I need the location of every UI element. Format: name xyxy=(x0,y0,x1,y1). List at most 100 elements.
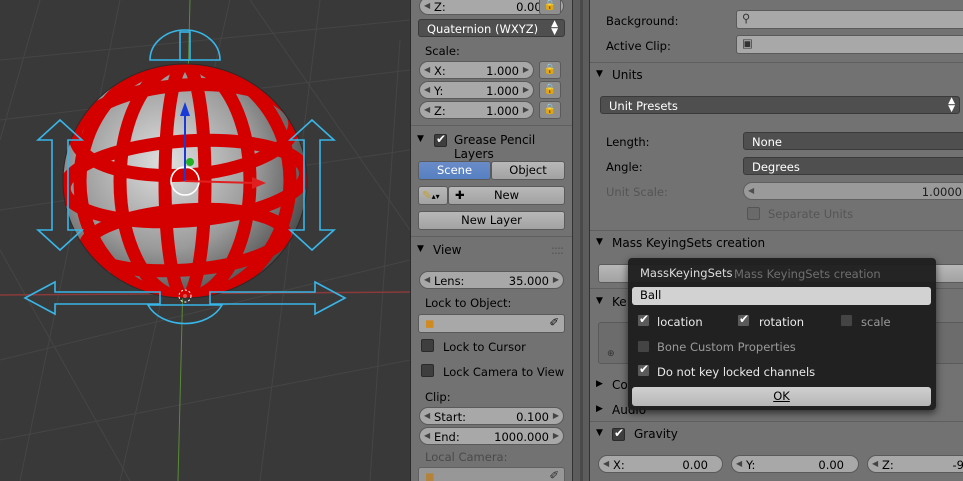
field-key: Y: xyxy=(434,84,444,98)
local-camera-field[interactable]: ◼ ✐ xyxy=(418,467,565,481)
divider xyxy=(411,125,573,126)
clip-start-field[interactable]: ◀ Start: 0.100 ▶ xyxy=(419,407,564,425)
field-value: 1.000 xyxy=(486,84,519,98)
location-label: location xyxy=(657,315,703,329)
popup-title: MassKeyingSets xyxy=(640,266,733,280)
panel-title: Ke xyxy=(612,295,627,309)
lock-icon[interactable]: 🔒 xyxy=(539,61,561,79)
collapse-triangle-icon: ▼ xyxy=(596,69,603,79)
rotation-checkbox[interactable] xyxy=(737,312,750,327)
do-not-key-locked-label: Do not key locked channels xyxy=(657,365,816,379)
scale-label: scale xyxy=(861,315,891,329)
viewport-scene[interactable] xyxy=(0,0,410,481)
lock-object-field[interactable]: ◼ ✐ xyxy=(418,314,565,333)
active-clip-label: Active Clip: xyxy=(606,39,671,53)
divider xyxy=(590,62,963,63)
grease-pencil-checkbox[interactable] xyxy=(434,132,447,147)
field-value: 1000.000 xyxy=(494,430,549,444)
local-camera-label: Local Camera: xyxy=(425,450,508,464)
dropdown-label: Quaternion (WXYZ) xyxy=(427,22,539,36)
gravity-y-field[interactable]: ◀ Y: 0.00 xyxy=(731,455,859,473)
lens-field[interactable]: ◀ Lens: 35.000 ▶ xyxy=(419,271,564,289)
world-icon: ⚲ xyxy=(742,11,751,25)
tab-object[interactable]: Object xyxy=(491,161,565,180)
length-label: Length: xyxy=(606,135,650,149)
bone-custom-label: Bone Custom Properties xyxy=(657,340,796,354)
eyedropper-icon[interactable]: ✐ xyxy=(549,315,559,329)
mass-keying-sets-popup: MassKeyingSets Mass KeyingSets creation … xyxy=(628,258,936,410)
keying-set-name-input[interactable]: Ball xyxy=(632,287,931,305)
field-value: 0.100 xyxy=(516,410,549,424)
view-panel-header[interactable]: ▼ View :::: xyxy=(411,240,573,262)
plus-icon: ✚ xyxy=(455,188,465,202)
field-value: 0.00 xyxy=(818,458,844,472)
lock-icon[interactable]: 🔒 xyxy=(539,0,561,15)
background-field[interactable]: ⚲ xyxy=(736,10,963,29)
list-add-icon[interactable]: ⊕ xyxy=(607,349,615,359)
new-button[interactable]: ✚ New xyxy=(448,186,565,205)
collapse-triangle-icon: ▼ xyxy=(417,134,424,144)
updown-arrows-icon: ▲ ▼ xyxy=(948,96,955,114)
location-checkbox[interactable] xyxy=(637,312,650,327)
lock-icon[interactable]: 🔒 xyxy=(539,101,561,119)
rotation-mode-dropdown[interactable]: Quaternion (WXYZ) ▲ ▼ xyxy=(418,19,565,37)
length-dropdown[interactable]: None xyxy=(743,132,963,150)
panel-title: Gravity xyxy=(634,427,678,441)
expand-triangle-icon: ▶ xyxy=(596,379,603,389)
dropdown-value: Degrees xyxy=(752,160,800,174)
lock-icon[interactable]: 🔒 xyxy=(539,81,561,99)
area-divider[interactable] xyxy=(572,0,590,481)
expand-triangle-icon: ▶ xyxy=(596,404,603,414)
lock-camera-label: Lock Camera to View xyxy=(443,365,565,379)
separate-units-checkbox[interactable] xyxy=(747,207,760,220)
tab-scene[interactable]: Scene xyxy=(418,161,491,180)
scale-checkbox[interactable] xyxy=(840,314,853,327)
do-not-key-locked-checkbox[interactable] xyxy=(637,362,650,377)
camera-icon: ◼ xyxy=(425,469,435,481)
mass-keying-panel-header[interactable]: ▼ Mass KeyingSets creation xyxy=(590,233,963,255)
brush-dropdown[interactable]: ✎▴▾ xyxy=(418,186,448,205)
scale-z-field[interactable]: ◀ Z: 1.000 ▶ xyxy=(419,101,534,119)
gravity-checkbox[interactable] xyxy=(612,426,625,441)
updown-arrows-icon: ▲ ▼ xyxy=(551,19,558,37)
clip-end-field[interactable]: ◀ End: 1000.000 ▶ xyxy=(419,427,564,445)
field-key: Z: xyxy=(882,458,894,472)
scale-x-field[interactable]: ◀ X: 1.000 ▶ xyxy=(419,61,534,79)
units-panel-header[interactable]: ▼ Units xyxy=(590,65,963,87)
separate-units-label: Separate Units xyxy=(768,207,854,221)
bone-custom-checkbox[interactable] xyxy=(637,340,650,353)
3d-viewport[interactable] xyxy=(0,0,410,481)
rotation-label: rotation xyxy=(759,315,805,329)
clip-label: Clip: xyxy=(425,390,451,404)
button-label: New xyxy=(493,188,520,202)
field-value: 1.000 xyxy=(486,64,519,78)
eyedropper-icon[interactable]: ✐ xyxy=(549,468,559,481)
gravity-z-field[interactable]: ◀ Z: -9 xyxy=(867,455,963,473)
popup-ghost-title: Mass KeyingSets creation xyxy=(734,267,881,281)
gravity-panel-header[interactable]: ▼ Gravity xyxy=(590,424,963,446)
ok-label: OK xyxy=(773,389,790,403)
panel-title: Co xyxy=(612,378,628,392)
clip-icon: ▣ xyxy=(742,36,753,50)
field-value: 0.00 xyxy=(682,458,708,472)
divider xyxy=(590,421,963,422)
dropdown-label: Unit Presets xyxy=(609,99,678,113)
new-layer-button[interactable]: New Layer xyxy=(418,211,565,230)
lock-camera-checkbox[interactable] xyxy=(421,364,434,377)
cube-icon: ◼ xyxy=(425,316,435,330)
ok-button[interactable]: OK xyxy=(632,387,931,406)
field-key: Z: xyxy=(434,0,446,14)
divider xyxy=(590,230,963,231)
active-clip-field[interactable]: ▣ xyxy=(736,35,963,54)
angle-dropdown[interactable]: Degrees xyxy=(743,157,963,175)
grease-pencil-panel-header[interactable]: ▼ Grease Pencil Layers xyxy=(411,130,573,161)
field-key: Z: xyxy=(434,104,446,118)
lock-to-cursor-checkbox[interactable] xyxy=(421,339,434,352)
unit-presets-dropdown[interactable]: Unit Presets ▲ ▼ xyxy=(600,96,960,114)
field-value: 35.000 xyxy=(508,274,549,288)
gravity-x-field[interactable]: ◀ X: 0.00 xyxy=(598,455,723,473)
drag-handle-icon[interactable]: :::: xyxy=(551,243,564,257)
scale-y-field[interactable]: ◀ Y: 1.000 ▶ xyxy=(419,81,534,99)
unit-scale-field[interactable]: ◀ 1.0000 xyxy=(743,182,963,200)
scale-label: Scale: xyxy=(425,44,460,58)
